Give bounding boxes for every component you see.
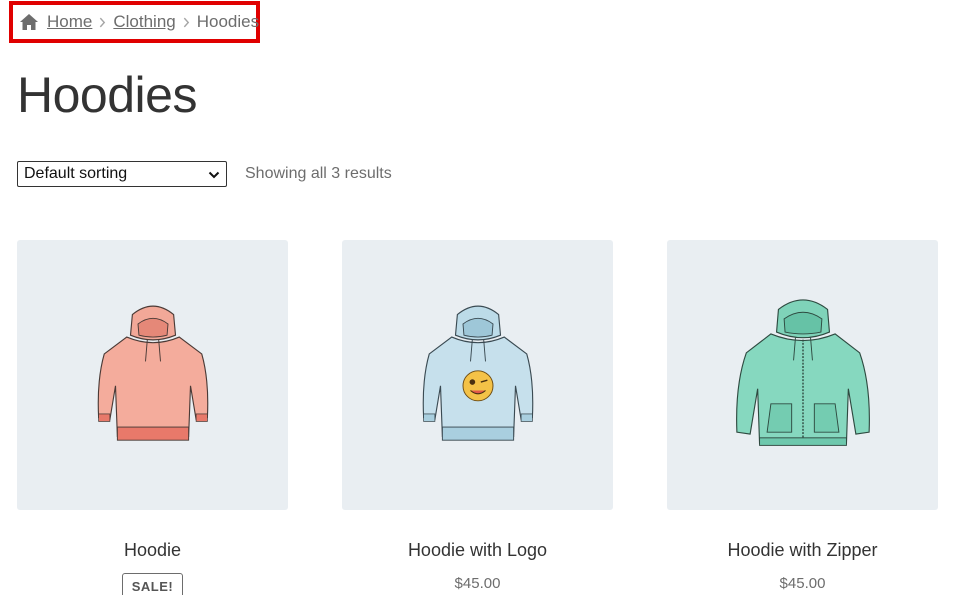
shop-toolbar: Default sorting Showing all 3 results (17, 161, 392, 187)
product-grid: Hoodie SALE! Hoodie with Logo $45.00 Hoo… (17, 240, 938, 595)
product-name[interactable]: Hoodie with Logo (342, 540, 613, 561)
home-icon[interactable] (19, 13, 39, 31)
product-name[interactable]: Hoodie (17, 540, 288, 561)
product-card: Hoodie with Logo $45.00 (342, 240, 613, 592)
hoodie-image (97, 305, 208, 441)
hoodie-with-zipper-image (735, 298, 870, 446)
product-name[interactable]: Hoodie with Zipper (667, 540, 938, 561)
chevron-down-icon (208, 168, 220, 180)
sale-badge: SALE! (121, 573, 184, 595)
chevron-right-icon (183, 17, 190, 28)
sort-select[interactable]: Default sorting (17, 161, 227, 187)
shop-page: Home Clothing Hoodies Hoodies Default so… (0, 0, 956, 595)
sort-selected-value: Default sorting (24, 165, 128, 182)
page-title: Hoodies (17, 67, 197, 123)
result-count: Showing all 3 results (245, 165, 392, 182)
breadcrumb-home-link[interactable]: Home (47, 12, 92, 32)
breadcrumb-clothing-link[interactable]: Clothing (113, 12, 175, 32)
product-price: $45.00 (454, 575, 501, 592)
product-price: $45.00 (779, 575, 826, 592)
chevron-right-icon (99, 17, 106, 28)
product-card: Hoodie with Zipper $45.00 (667, 240, 938, 592)
breadcrumb: Home Clothing Hoodies (9, 1, 260, 43)
product-card: Hoodie SALE! (17, 240, 288, 595)
product-thumbnail[interactable] (667, 240, 938, 510)
breadcrumb-current: Hoodies (196, 12, 260, 31)
hoodie-with-logo-image (422, 305, 533, 441)
product-thumbnail[interactable] (17, 240, 288, 510)
product-thumbnail[interactable] (342, 240, 613, 510)
